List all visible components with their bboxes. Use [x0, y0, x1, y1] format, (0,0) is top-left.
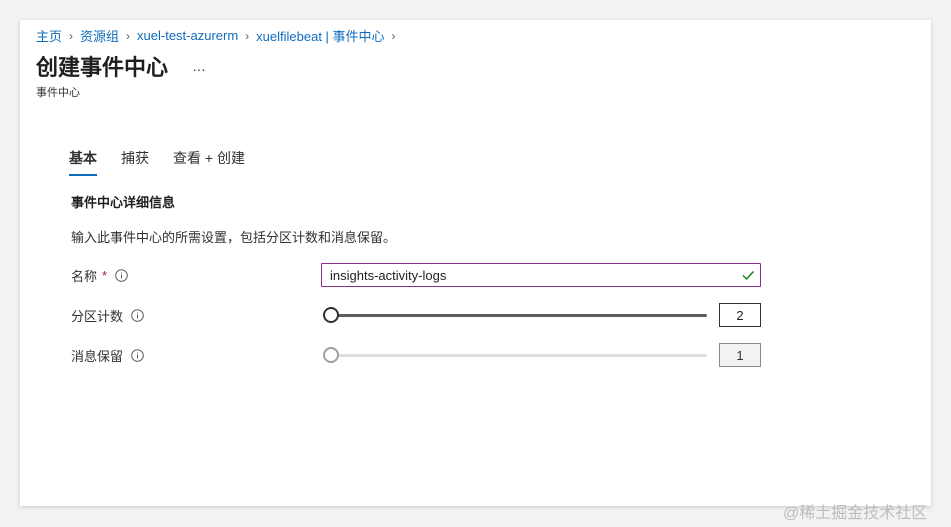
chevron-right-icon: › [245, 28, 250, 43]
info-icon[interactable] [115, 269, 128, 282]
tab-review-create[interactable]: 查看 + 创建 [173, 148, 245, 176]
name-label-group: 名称 * [71, 266, 128, 285]
info-icon[interactable] [131, 349, 144, 362]
message-retention-label-group: 消息保留 [71, 346, 144, 365]
breadcrumb: 主页 › 资源组 › xuel-test-azurerm › xuelfileb… [36, 26, 403, 45]
breadcrumb-resource-group[interactable]: xuel-test-azurerm [137, 28, 238, 43]
slider-track [331, 354, 707, 357]
message-retention-row: 消息保留 1 [71, 343, 761, 367]
slider-thumb[interactable] [323, 307, 339, 323]
message-retention-value: 1 [719, 343, 761, 367]
message-retention-label: 消息保留 [71, 349, 124, 364]
more-options-button[interactable]: … [192, 58, 207, 74]
chevron-right-icon: › [126, 28, 131, 43]
info-icon[interactable] [131, 309, 144, 322]
message-retention-slider[interactable] [323, 347, 707, 363]
section-description: 输入此事件中心的所需设置，包括分区计数和消息保留。 [71, 230, 397, 245]
partition-count-slider[interactable] [323, 307, 707, 323]
partition-count-label-group: 分区计数 [71, 306, 144, 325]
name-row: 名称 * [71, 263, 761, 287]
name-label: 名称 [71, 269, 98, 284]
slider-track [331, 314, 707, 317]
tab-bar: 基本 捕获 查看 + 创建 [69, 148, 269, 176]
partition-count-value[interactable]: 2 [719, 303, 761, 327]
tab-capture[interactable]: 捕获 [121, 148, 149, 176]
partition-count-label: 分区计数 [71, 309, 124, 324]
section-title: 事件中心详细信息 [71, 195, 176, 210]
required-marker: * [102, 268, 108, 283]
chevron-right-icon: › [69, 28, 74, 43]
page-title: 创建事件中心 [36, 55, 169, 80]
breadcrumb-resource-groups[interactable]: 资源组 [80, 26, 119, 45]
watermark: @稀土掘金技术社区 [783, 505, 928, 522]
partition-count-row: 分区计数 2 [71, 303, 761, 327]
breadcrumb-home[interactable]: 主页 [36, 26, 62, 45]
slider-thumb[interactable] [323, 347, 339, 363]
page-subtitle: 事件中心 [36, 87, 80, 99]
chevron-right-icon: › [391, 28, 396, 43]
create-event-hub-blade: 主页 › 资源组 › xuel-test-azurerm › xuelfileb… [20, 20, 931, 506]
breadcrumb-namespace-event-hubs[interactable]: xuelfilebeat | 事件中心 [256, 26, 384, 45]
title-row: 创建事件中心 … [36, 50, 207, 82]
name-input[interactable] [321, 263, 761, 287]
tab-basics[interactable]: 基本 [69, 148, 97, 176]
checkmark-icon [742, 271, 755, 281]
